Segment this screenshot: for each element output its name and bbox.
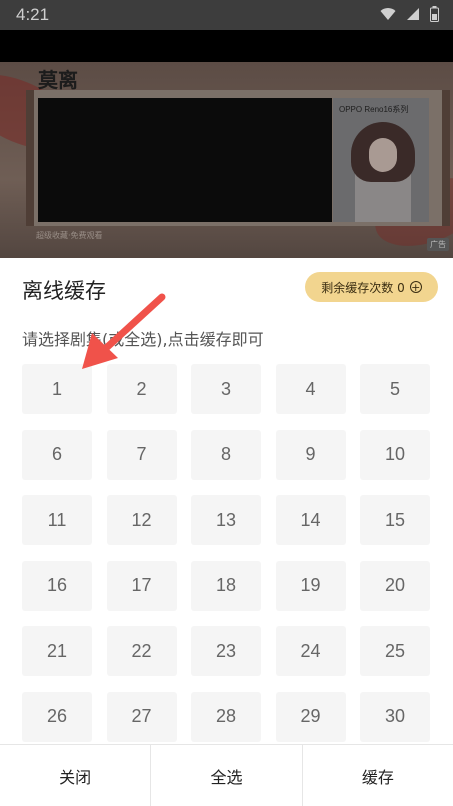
episode-30[interactable]: 30 [360, 691, 430, 742]
episode-14[interactable]: 14 [275, 495, 346, 545]
episode-2[interactable]: 2 [106, 364, 177, 414]
remaining-cache-button[interactable]: 剩余缓存次数 0 + [305, 272, 438, 302]
episode-26[interactable]: 26 [22, 691, 92, 742]
episode-10[interactable]: 10 [360, 429, 430, 480]
ad-tag: 广告 [427, 238, 449, 251]
episode-16[interactable]: 16 [22, 560, 92, 611]
status-bar: 4:21 [0, 0, 453, 30]
offline-cache-sheet: 离线缓存 剩余缓存次数 0 + 请选择剧集(或全选),点击缓存即可 1 2 3 … [0, 258, 453, 805]
episode-12[interactable]: 12 [106, 495, 177, 545]
episode-13[interactable]: 13 [191, 495, 261, 545]
selection-hint: 请选择剧集(或全选),点击缓存即可 [22, 330, 264, 349]
video-screen [38, 98, 332, 222]
episode-6[interactable]: 6 [22, 429, 92, 480]
close-button[interactable]: 关闭 [0, 745, 152, 806]
episode-grid: 1 2 3 4 5 6 7 8 9 10 11 12 13 14 15 16 1… [22, 364, 432, 742]
episode-5[interactable]: 5 [360, 364, 430, 414]
video-caption: 超级收藏·免费观看 [36, 231, 103, 240]
episode-4[interactable]: 4 [275, 364, 346, 414]
video-logo: 莫离 [38, 68, 78, 92]
episode-11[interactable]: 11 [22, 495, 92, 545]
wifi-icon [380, 8, 396, 20]
video-top-band [0, 30, 453, 62]
remaining-cache-label: 剩余缓存次数 0 [321, 280, 405, 295]
episode-8[interactable]: 8 [191, 429, 261, 480]
episode-22[interactable]: 22 [106, 626, 177, 676]
episode-28[interactable]: 28 [191, 691, 261, 742]
status-time: 4:21 [16, 5, 50, 24]
episode-25[interactable]: 25 [360, 626, 430, 676]
status-icons [380, 6, 439, 22]
episode-24[interactable]: 24 [275, 626, 346, 676]
episode-9[interactable]: 9 [275, 429, 346, 480]
plus-circle-icon: + [409, 281, 422, 294]
episode-15[interactable]: 15 [360, 495, 430, 545]
ad-title: OPPO Reno16系列 [339, 105, 409, 114]
episode-1[interactable]: 1 [22, 364, 92, 414]
episode-20[interactable]: 20 [360, 560, 430, 611]
episode-3[interactable]: 3 [191, 364, 261, 414]
episode-7[interactable]: 7 [106, 429, 177, 480]
episode-29[interactable]: 29 [275, 691, 346, 742]
episode-19[interactable]: 19 [275, 560, 346, 611]
episode-27[interactable]: 27 [106, 691, 177, 742]
ad-panel[interactable]: OPPO Reno16系列 [333, 98, 429, 222]
ad-person-face [369, 138, 397, 172]
episode-21[interactable]: 21 [22, 626, 92, 676]
episode-23[interactable]: 23 [191, 626, 261, 676]
action-bar: 关闭 全选 缓存 [0, 744, 453, 806]
episode-17[interactable]: 17 [106, 560, 177, 611]
select-all-button[interactable]: 全选 [151, 745, 303, 806]
cache-button[interactable]: 缓存 [303, 745, 453, 806]
video-player[interactable]: 莫离 OPPO Reno16系列 超级收藏·免费观看 广告 [0, 62, 453, 258]
signal-icon [407, 8, 419, 20]
sheet-title: 离线缓存 [22, 279, 106, 303]
battery-icon [430, 6, 439, 22]
episode-18[interactable]: 18 [191, 560, 261, 611]
